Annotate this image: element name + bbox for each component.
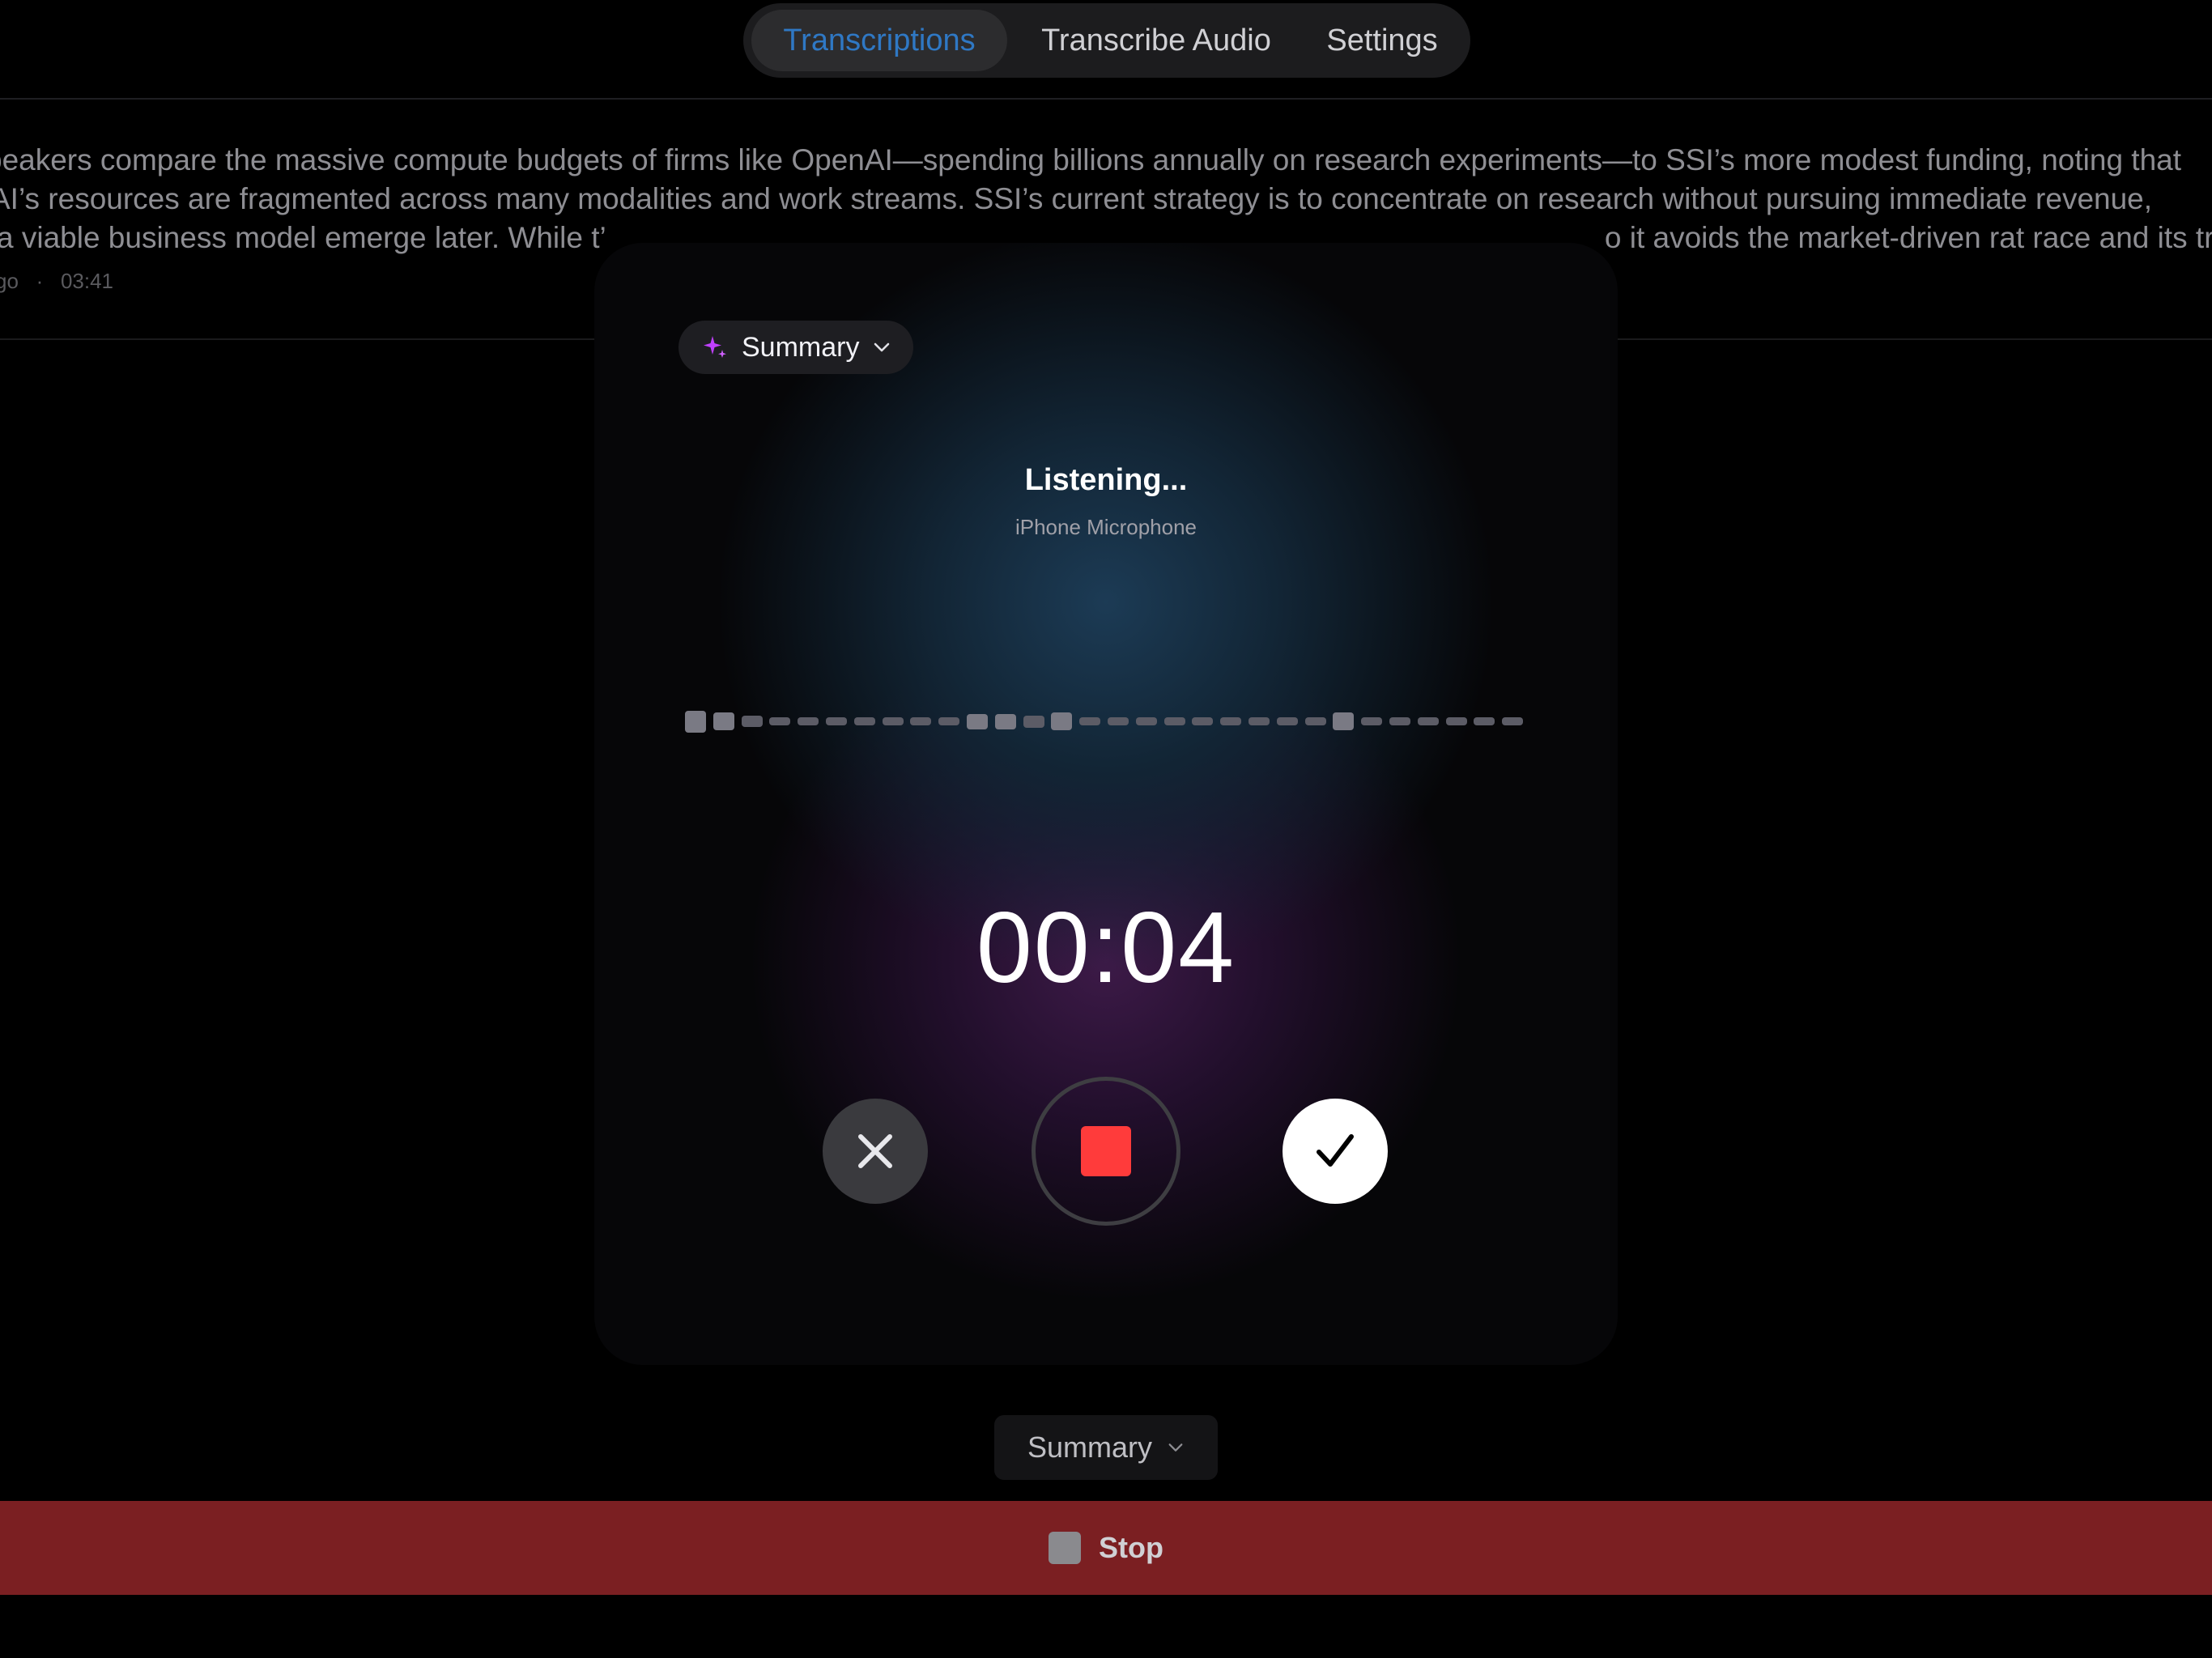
checkmark-icon [1317,1134,1354,1167]
waveform-bar [1051,712,1072,730]
waveform-bar [1446,717,1467,725]
stop-bar-button[interactable]: Stop [0,1501,2212,1595]
waveform-bar [1249,717,1270,725]
waveform-bar [1023,716,1044,728]
waveform-bar [1164,717,1185,725]
waveform-bar [854,717,875,725]
transcript-meta: go · 03:41 [0,269,113,294]
stop-icon [1081,1126,1131,1176]
status-title: Listening... [1024,463,1188,497]
chevron-down-icon [874,342,890,352]
cancel-recording-button[interactable] [823,1099,928,1204]
summary-dropdown[interactable]: Summary [994,1415,1218,1480]
waveform-bar [1277,717,1298,725]
waveform-bar [769,717,790,725]
waveform-bar [1305,717,1326,725]
summary-dropdown-label: Summary [1027,1431,1153,1464]
tab-transcribe-audio[interactable]: Transcribe Audio [1014,10,1299,71]
chevron-down-icon [1168,1443,1183,1452]
recording-timer: 00:04 [976,892,1236,1004]
waveform-bar [1136,717,1157,725]
sparkle-icon [704,336,726,358]
waveform-bar [742,716,763,727]
transcript-line-1: peakers compare the massive compute budg… [0,143,2182,176]
mode-select-label: Summary [742,331,860,363]
waveform-bar [713,712,734,730]
mode-select-button[interactable]: Summary [678,321,913,374]
close-icon [858,1134,892,1168]
stop-recording-button[interactable] [1032,1077,1180,1226]
transcript-line-2: AI’s resources are fragmented across man… [0,182,2153,215]
waveform-bar [1192,717,1213,725]
waveform-bar [910,717,931,725]
waveform-bar [1502,717,1523,725]
waveform-bar [826,717,847,725]
waveform-bar [938,717,959,725]
audio-source-label: iPhone Microphone [1015,515,1197,539]
waveform-bar [1079,717,1100,725]
audio-waveform [685,701,1535,742]
header-divider [0,98,2212,100]
waveform-bar [1108,717,1129,725]
waveform-bar [1361,717,1382,725]
meta-separator: · [36,269,44,293]
waveform-bar [1474,717,1495,725]
confirm-recording-button[interactable] [1283,1099,1388,1204]
stop-icon [1049,1532,1081,1564]
transcript-line-3-start: a viable business model emerge later. Wh… [0,221,606,254]
waveform-bar [798,717,819,725]
meta-date: go [0,269,19,293]
top-segmented-nav: Transcriptions Transcribe Audio Settings [743,3,1470,78]
transcript-line-3-end: o it avoids the market-driven rat race a… [1604,221,2212,254]
waveform-bar [1418,717,1439,725]
waveform-bar [1333,712,1354,730]
stop-bar-label: Stop [1099,1531,1163,1564]
tab-settings[interactable]: Settings [1305,10,1459,71]
tab-transcriptions[interactable]: Transcriptions [751,10,1007,71]
waveform-bar [685,711,706,733]
waveform-bar [967,714,988,729]
waveform-bar [1220,717,1241,725]
waveform-bar [995,714,1016,729]
meta-duration: 03:41 [60,269,114,293]
waveform-bar [1389,717,1410,725]
recording-modal: Summary Listening... iPhone Microphone 0… [594,243,1618,1365]
waveform-bar [883,717,904,725]
